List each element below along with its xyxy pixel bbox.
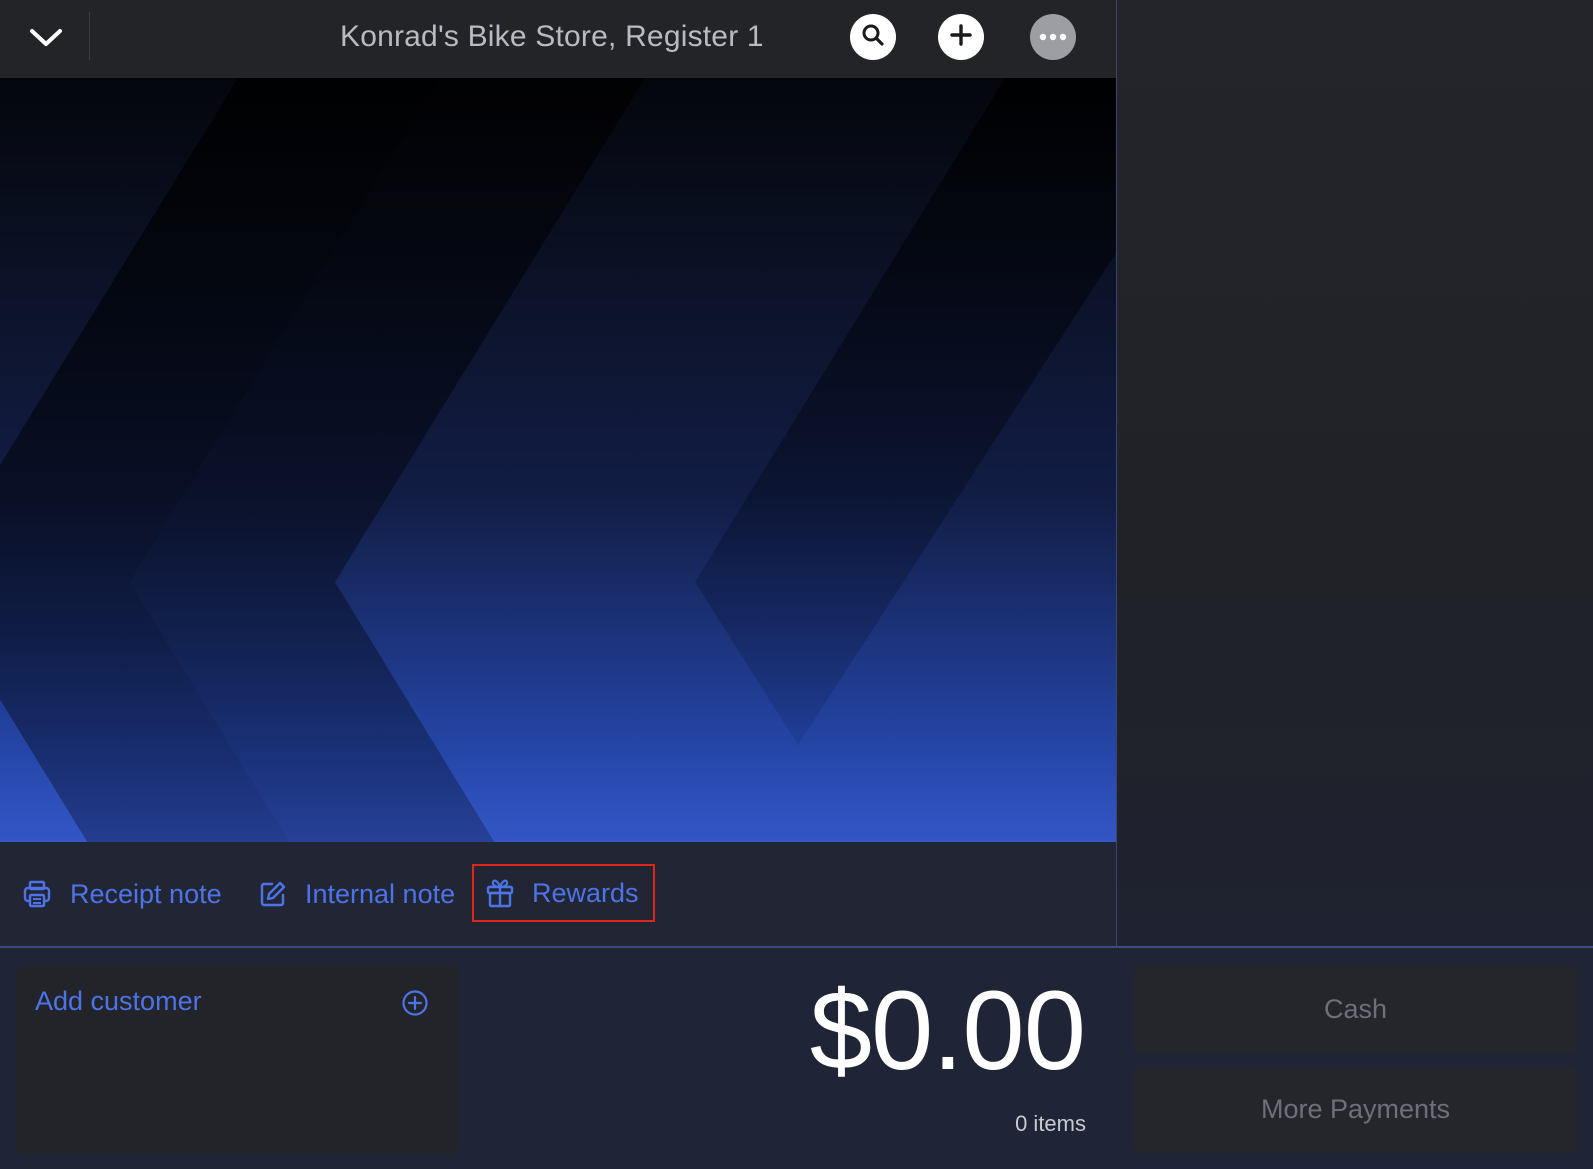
printer-icon bbox=[22, 879, 52, 909]
add-customer-card[interactable]: Add customer bbox=[16, 966, 458, 1154]
add-customer-label: Add customer bbox=[35, 986, 202, 1016]
more-payments-button[interactable]: More Payments bbox=[1134, 1066, 1577, 1153]
top-bar: Konrad's Bike Store, Register 1 bbox=[0, 0, 1116, 78]
plus-icon bbox=[949, 23, 973, 52]
cash-button[interactable]: Cash bbox=[1134, 966, 1577, 1053]
sale-total: $0.00 bbox=[809, 968, 1086, 1093]
chevron-down-icon bbox=[29, 28, 63, 53]
register-title: Konrad's Bike Store, Register 1 bbox=[340, 20, 764, 53]
item-count: 0 items bbox=[1015, 1111, 1086, 1136]
cart-panel bbox=[1117, 0, 1593, 946]
add-button[interactable] bbox=[938, 14, 984, 60]
internal-note-label: Internal note bbox=[305, 878, 456, 909]
background-graphic bbox=[0, 78, 1116, 842]
receipt-note-label: Receipt note bbox=[70, 878, 222, 909]
top-bar-divider bbox=[89, 12, 90, 60]
more-icon bbox=[1038, 28, 1068, 46]
search-icon bbox=[861, 23, 885, 52]
rewards-label: Rewards bbox=[532, 877, 639, 908]
gift-icon bbox=[486, 878, 514, 908]
edit-note-icon bbox=[259, 880, 287, 908]
rewards-button[interactable]: Rewards bbox=[472, 864, 655, 922]
collapse-button[interactable] bbox=[18, 16, 74, 64]
panel-divider bbox=[1116, 0, 1117, 946]
search-button[interactable] bbox=[850, 14, 896, 60]
add-circle-icon[interactable] bbox=[401, 989, 429, 1022]
more-options-button[interactable] bbox=[1030, 14, 1076, 60]
pos-register-screen: Konrad's Bike Store, Register 1 Receipt … bbox=[0, 0, 1593, 1169]
receipt-note-button[interactable]: Receipt note bbox=[22, 868, 222, 920]
internal-note-button[interactable]: Internal note bbox=[259, 868, 455, 920]
